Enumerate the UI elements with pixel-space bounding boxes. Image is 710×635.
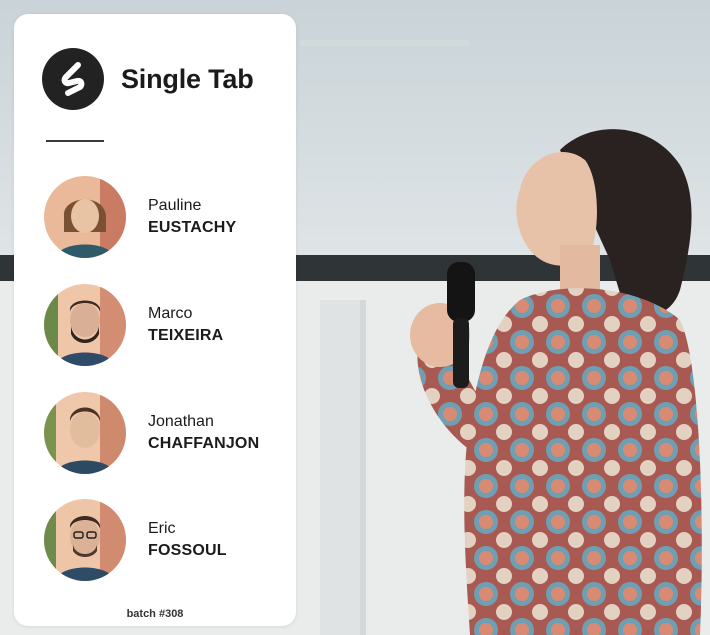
avatar-portrait xyxy=(44,392,126,474)
last-name: FOSSOUL xyxy=(148,542,227,559)
avatar xyxy=(44,176,126,258)
first-name: Marco xyxy=(148,305,193,322)
person-name: Pauline EUSTACHY xyxy=(148,195,236,239)
first-name: Pauline xyxy=(148,197,202,214)
avatar-portrait xyxy=(44,284,126,366)
last-name: EUSTACHY xyxy=(148,219,237,236)
last-name: CHAFFANJON xyxy=(148,435,260,452)
avatar xyxy=(44,284,126,366)
person-name: Eric FOSSOUL xyxy=(148,518,227,562)
single-tab-logo-icon xyxy=(42,48,104,110)
first-name: Eric xyxy=(148,520,176,537)
avatar-portrait xyxy=(44,176,126,258)
brand-header: Single Tab xyxy=(42,48,254,110)
person-item: Pauline EUSTACHY xyxy=(44,176,284,258)
last-name: TEIXEIRA xyxy=(148,327,224,344)
first-name: Jonathan xyxy=(148,413,214,430)
person-item: Eric FOSSOUL xyxy=(44,499,284,581)
avatar-portrait xyxy=(44,499,126,581)
logo-s-glyph xyxy=(61,62,85,96)
person-item: Jonathan CHAFFANJON xyxy=(44,392,284,474)
person-name: Jonathan CHAFFANJON xyxy=(148,411,259,455)
batch-label: batch #308 xyxy=(126,608,184,620)
person-name: Marco TEIXEIRA xyxy=(148,303,223,347)
brand-name: Single Tab xyxy=(121,63,254,94)
avatar xyxy=(44,499,126,581)
person-item: Marco TEIXEIRA xyxy=(44,284,284,366)
speakers-card: Single Tab Pauline EUSTACHY Marco TEIXEI… xyxy=(14,14,296,626)
avatar xyxy=(44,392,126,474)
divider xyxy=(46,140,104,142)
